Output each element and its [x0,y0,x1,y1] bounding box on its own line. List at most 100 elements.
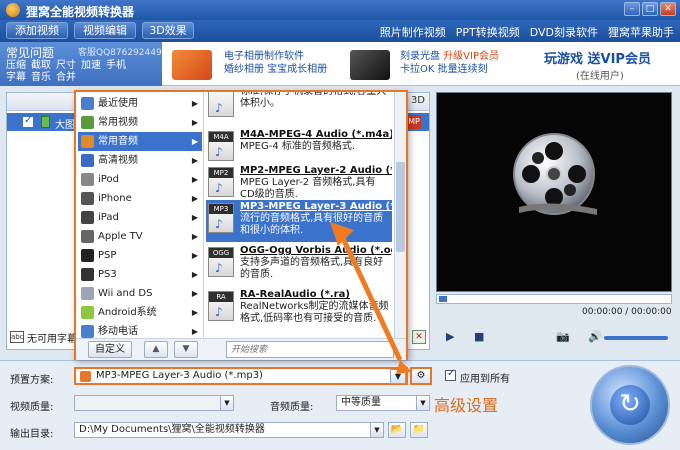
link-ppt-video[interactable]: PPT转换视频 [456,24,520,40]
stop-icon[interactable]: ■ [474,330,484,343]
audio-file-icon: RA ♪ [208,291,234,321]
output-path-select[interactable]: D:\My Documents\狸窝\全能视频转换器 ▼ [74,422,384,438]
header-3d: 3D [410,95,425,106]
faq-link[interactable]: 合并 [56,72,76,83]
faq-link[interactable]: 截取 [31,60,51,71]
popup-footer: 自定义 ▲ ▼ [76,338,406,360]
play-icon[interactable]: ▶ [446,330,454,343]
add-video-button[interactable]: 添加视频 [6,22,68,39]
category-item[interactable]: PSP ▶ [78,246,202,265]
close-icon[interactable]: ✕ [660,2,676,16]
chevron-right-icon: ▶ [191,289,198,298]
format-item[interactable]: OGG ♪ OGG-Ogg Vorbis Audio (*.ogg)支持多声道的音频… [206,244,392,286]
audio-quality-select[interactable]: 中等质量 ▼ [336,395,430,411]
output-path: D:\My Documents\狸窝\全能视频转换器 [79,424,265,435]
category-icon [81,211,94,224]
file-checkbox[interactable] [23,115,33,127]
category-item[interactable]: iPod ▶ [78,170,202,189]
maximize-icon[interactable]: □ [642,2,658,16]
category-item[interactable]: PS3 ▶ [78,265,202,284]
apply-all-checkbox[interactable] [445,368,456,381]
ad-album-line2: 婚纱相册 宝宝成长相册 [224,64,328,75]
link-apple-assistant[interactable]: 狸窝苹果助手 [608,24,674,40]
faq-title[interactable]: 常见问题 [6,44,54,61]
category-item[interactable]: 常用视频 ▶ [78,113,202,132]
preset-select[interactable]: MP3-MPEG Layer-3 Audio (*.mp3) [74,367,408,385]
format-item[interactable]: ♪ 标准,保存手机录音的格式,容量大体积小。 [206,92,392,117]
scroll-down-icon[interactable]: ▼ [174,341,198,358]
link-photo-video[interactable]: 照片制作视频 [380,24,446,40]
chevron-down-icon[interactable]: ▼ [370,423,383,437]
ad-album[interactable]: 电子相册制作软件 婚纱相册 宝宝成长相册 [224,50,327,76]
custom-button[interactable]: 自定义 [88,341,132,358]
volume-icon[interactable]: 🔊 [588,330,602,343]
chevron-right-icon: ▶ [191,175,198,184]
category-icon [81,173,94,186]
snapshot-icon[interactable]: 📷 [556,330,570,343]
open-folder-icon[interactable]: 📁 [410,422,428,438]
advanced-settings-button[interactable]: ⚙ [410,367,432,385]
format-item[interactable]: MP3 ♪ MP3-MPEG Layer-3 Audio (*.mp3)流行的音频格… [206,200,392,242]
timeline-thumb[interactable] [439,296,447,302]
category-item[interactable]: iPad ▶ [78,208,202,227]
top-links: 照片制作视频 PPT转换视频 DVD刻录软件 狸窝苹果助手 [380,24,674,40]
3d-effect-button[interactable]: 3D效果 [142,22,194,39]
category-icon [81,154,94,167]
category-item[interactable]: Apple TV ▶ [78,227,202,246]
chevron-right-icon: ▶ [191,194,198,203]
video-quality-select[interactable]: ▼ [74,395,234,411]
browse-folder-icon[interactable]: 📂 [388,422,406,438]
faq-link[interactable]: 音乐 [31,72,51,83]
faq-link[interactable]: 手机 [106,60,126,71]
format-item[interactable]: MP2 ♪ MP2-MPEG Layer-2 Audio (*.mp2)MPEG L… [206,164,392,202]
chevron-down-icon[interactable]: ▼ [416,396,429,410]
category-label: PS3 [98,269,117,280]
video-file-icon [41,116,50,128]
ad-burn[interactable]: 刻录光盘 升级VIP会员 卡拉OK 批量连续刻 [400,50,499,76]
burn-disc-icon[interactable] [350,50,390,80]
game-vip-link[interactable]: 玩游戏 送VIP会员 [544,48,651,67]
link-dvd-burn[interactable]: DVD刻录软件 [530,24,598,40]
convert-button[interactable]: ↻ [590,365,670,445]
scrollbar-thumb[interactable] [396,162,405,252]
scroll-up-icon[interactable]: ▲ [144,341,168,358]
format-description: 流行的音频格式,具有很好的音质和很小的体积. [240,213,384,236]
category-item[interactable]: 常用音频 ▶ [78,132,202,151]
audio-format-icon [80,371,91,382]
faq-panel: 常见问题 客服QQ876292449 压缩 截取 尺寸 加速 手机 字幕 音乐 合并 [0,42,162,86]
format-scrollbar[interactable] [394,92,406,338]
faq-link[interactable]: 加速 [81,60,101,71]
category-item[interactable]: Android系统 ▶ [78,303,202,322]
delete-icon[interactable]: ✕ [412,330,426,344]
window-title: 狸窝全能视频转换器 [26,5,135,19]
category-label: iPhone [98,193,132,204]
minimize-icon[interactable]: – [624,2,640,16]
faq-link[interactable]: 字幕 [6,72,26,83]
category-item[interactable]: Wii and DS ▶ [78,284,202,303]
faq-links: 压缩 截取 尺寸 加速 手机 字幕 音乐 合并 [6,60,156,84]
category-icon [81,97,94,110]
chevron-down-icon[interactable]: ▼ [220,396,233,410]
subtitle-selector[interactable]: abc 无可用字幕 [10,328,77,346]
album-software-icon[interactable] [172,50,212,80]
volume-slider[interactable] [604,336,668,340]
app-logo-icon [6,3,20,17]
chevron-down-icon[interactable]: ▼ [390,369,406,384]
format-title: MP3-MPEG Layer-3 Audio (*.mp3) [240,201,392,212]
search-input[interactable] [226,341,394,358]
format-item[interactable]: M4A ♪ M4A-MPEG-4 Audio (*.m4a) MPEG-4 标准的音频… [206,128,392,162]
category-item[interactable]: 最近使用 ▶ [78,94,202,113]
game-sub: (在线用户) [576,71,624,82]
category-item[interactable]: 高清视频 ▶ [78,151,202,170]
category-item[interactable]: iPhone ▶ [78,189,202,208]
faq-link[interactable]: 尺寸 [56,60,76,71]
format-item[interactable]: RA ♪ RA-RealAudio (*.ra) RealNetworks制定的流媒体… [206,288,392,336]
format-popup: 最近使用 ▶ 常用视频 ▶ 常用音频 ▶ 高清视频 ▶ iPod ▶ iPhone ▶ iPad ▶ App… [74,90,408,360]
category-label: 移动电话 [98,326,138,337]
subtitle-label: 无可用字幕 [27,333,77,345]
timeline-slider[interactable] [436,294,672,304]
ad-burn-line1: 刻录光盘 [400,51,440,62]
video-edit-button[interactable]: 视频编辑 [74,22,136,39]
faq-link[interactable]: 压缩 [6,60,26,71]
category-label: Apple TV [98,231,143,242]
